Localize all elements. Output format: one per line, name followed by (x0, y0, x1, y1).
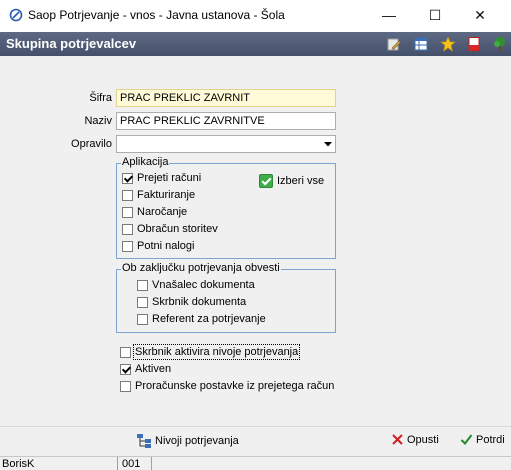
aplikacija-item-prejeti-racuni[interactable]: Prejeti računi (122, 172, 201, 184)
sifra-label: Šifra (89, 92, 112, 104)
select-all-button[interactable]: Izberi vse (259, 174, 324, 188)
checkbox-label: Fakturiranje (137, 189, 196, 201)
obvesti-legend: Ob zaključku potrjevanja obvesti (121, 262, 281, 274)
aplikacija-group: Aplikacija Prejeti računi Fakturiranje N… (116, 156, 336, 259)
status-code: 001 (120, 457, 152, 470)
naziv-label: Naziv (84, 115, 112, 127)
checkbox[interactable] (137, 313, 148, 325)
checkbox[interactable] (120, 363, 131, 375)
status-user: BorisK (0, 457, 118, 470)
checkbox-label: Naročanje (137, 206, 188, 218)
form-title: Skupina potrjevalcev (6, 36, 137, 51)
form-header: Skupina potrjevalcev (0, 32, 511, 56)
checkbox-label: Vnašalec dokumenta (152, 279, 255, 291)
nivoji-potrjevanja-button[interactable]: Nivoji potrjevanja (136, 433, 239, 449)
sifra-input[interactable]: PRAC PREKLIC ZAVRNIT (116, 89, 336, 107)
opusti-label: Opusti (407, 433, 439, 446)
checkbox[interactable] (137, 296, 148, 308)
obvesti-group: Ob zaključku potrjevanja obvesti Vnašale… (116, 262, 336, 333)
checkbox-label: Proračunske postavke iz prejetega račun (135, 380, 335, 392)
app-logo-icon (9, 8, 23, 22)
star-favorite-icon[interactable] (440, 36, 456, 52)
naziv-input[interactable]: PRAC PREKLIC ZAVRNITVE (116, 112, 336, 130)
checkbox-label: Skrbnik dokumenta (152, 296, 247, 308)
form-body: Šifra PRAC PREKLIC ZAVRNIT Naziv PRAC PR… (0, 56, 511, 426)
opusti-button[interactable]: Opusti (391, 433, 439, 446)
potrdi-button[interactable]: Potrdi (460, 433, 505, 446)
plant-tree-icon[interactable] (492, 36, 508, 52)
obvesti-item-skrbnik[interactable]: Skrbnik dokumenta (137, 296, 246, 308)
select-all-label: Izberi vse (277, 175, 325, 187)
checkbox-label: Obračun storitev (137, 223, 218, 235)
checkbox[interactable] (122, 172, 133, 184)
minimize-button[interactable]: — (366, 0, 412, 30)
maximize-button[interactable]: ☐ (412, 0, 458, 30)
close-button[interactable]: ✕ (457, 0, 503, 30)
window-title: Saop Potrjevanje - vnos - Javna ustanova… (28, 8, 285, 22)
button-bar: Nivoji potrjevanja Opusti Potrdi (0, 426, 511, 456)
green-check-icon (259, 174, 273, 188)
chevron-down-icon[interactable] (323, 139, 333, 149)
checkbox-label: Potni nalogi (137, 240, 195, 252)
checkbox-label: Skrbnik aktivira nivoje potrjevanja (132, 344, 301, 360)
obvesti-item-vnasalec[interactable]: Vnašalec dokumenta (137, 279, 255, 291)
aplikacija-legend: Aplikacija (121, 156, 170, 168)
potrdi-label: Potrdi (476, 433, 505, 446)
hierarchy-icon (137, 434, 151, 448)
option-skrbnik-aktivira[interactable]: Skrbnik aktivira nivoje potrjevanja (120, 344, 301, 360)
checkbox-label: Prejeti računi (137, 172, 202, 184)
option-aktiven[interactable]: Aktiven (120, 363, 171, 375)
aplikacija-item-obracun-storitev[interactable]: Obračun storitev (122, 223, 218, 235)
status-bar: BorisK 001 (0, 456, 511, 470)
checkbox[interactable] (122, 189, 133, 201)
checkbox-label: Aktiven (135, 363, 172, 375)
aplikacija-item-narocanje[interactable]: Naročanje (122, 206, 187, 218)
aplikacija-item-potni-nalogi[interactable]: Potni nalogi (122, 240, 195, 252)
grid-table-icon[interactable] (413, 36, 429, 52)
checkbox[interactable] (120, 380, 131, 392)
aplikacija-item-fakturiranje[interactable]: Fakturiranje (122, 189, 195, 201)
checkbox[interactable] (137, 279, 148, 291)
edit-note-icon[interactable] (386, 36, 402, 52)
checkbox[interactable] (122, 223, 133, 235)
confirm-check-icon (460, 434, 473, 446)
cancel-x-icon (392, 434, 403, 445)
nivoji-potrjevanja-label: Nivoji potrjevanja (155, 435, 239, 447)
option-proracunske-postavke[interactable]: Proračunske postavke iz prejetega račun (120, 380, 334, 392)
checkbox[interactable] (122, 240, 133, 252)
checkbox-label: Referent za potrjevanje (152, 313, 266, 325)
pdf-document-icon[interactable] (466, 36, 482, 52)
opravilo-label: Opravilo (71, 138, 112, 150)
obvesti-item-referent[interactable]: Referent za potrjevanje (137, 313, 266, 325)
checkbox[interactable] (122, 206, 133, 218)
checkbox[interactable] (120, 346, 131, 358)
window-titlebar: Saop Potrjevanje - vnos - Javna ustanova… (0, 0, 511, 30)
opravilo-select[interactable] (116, 135, 336, 153)
